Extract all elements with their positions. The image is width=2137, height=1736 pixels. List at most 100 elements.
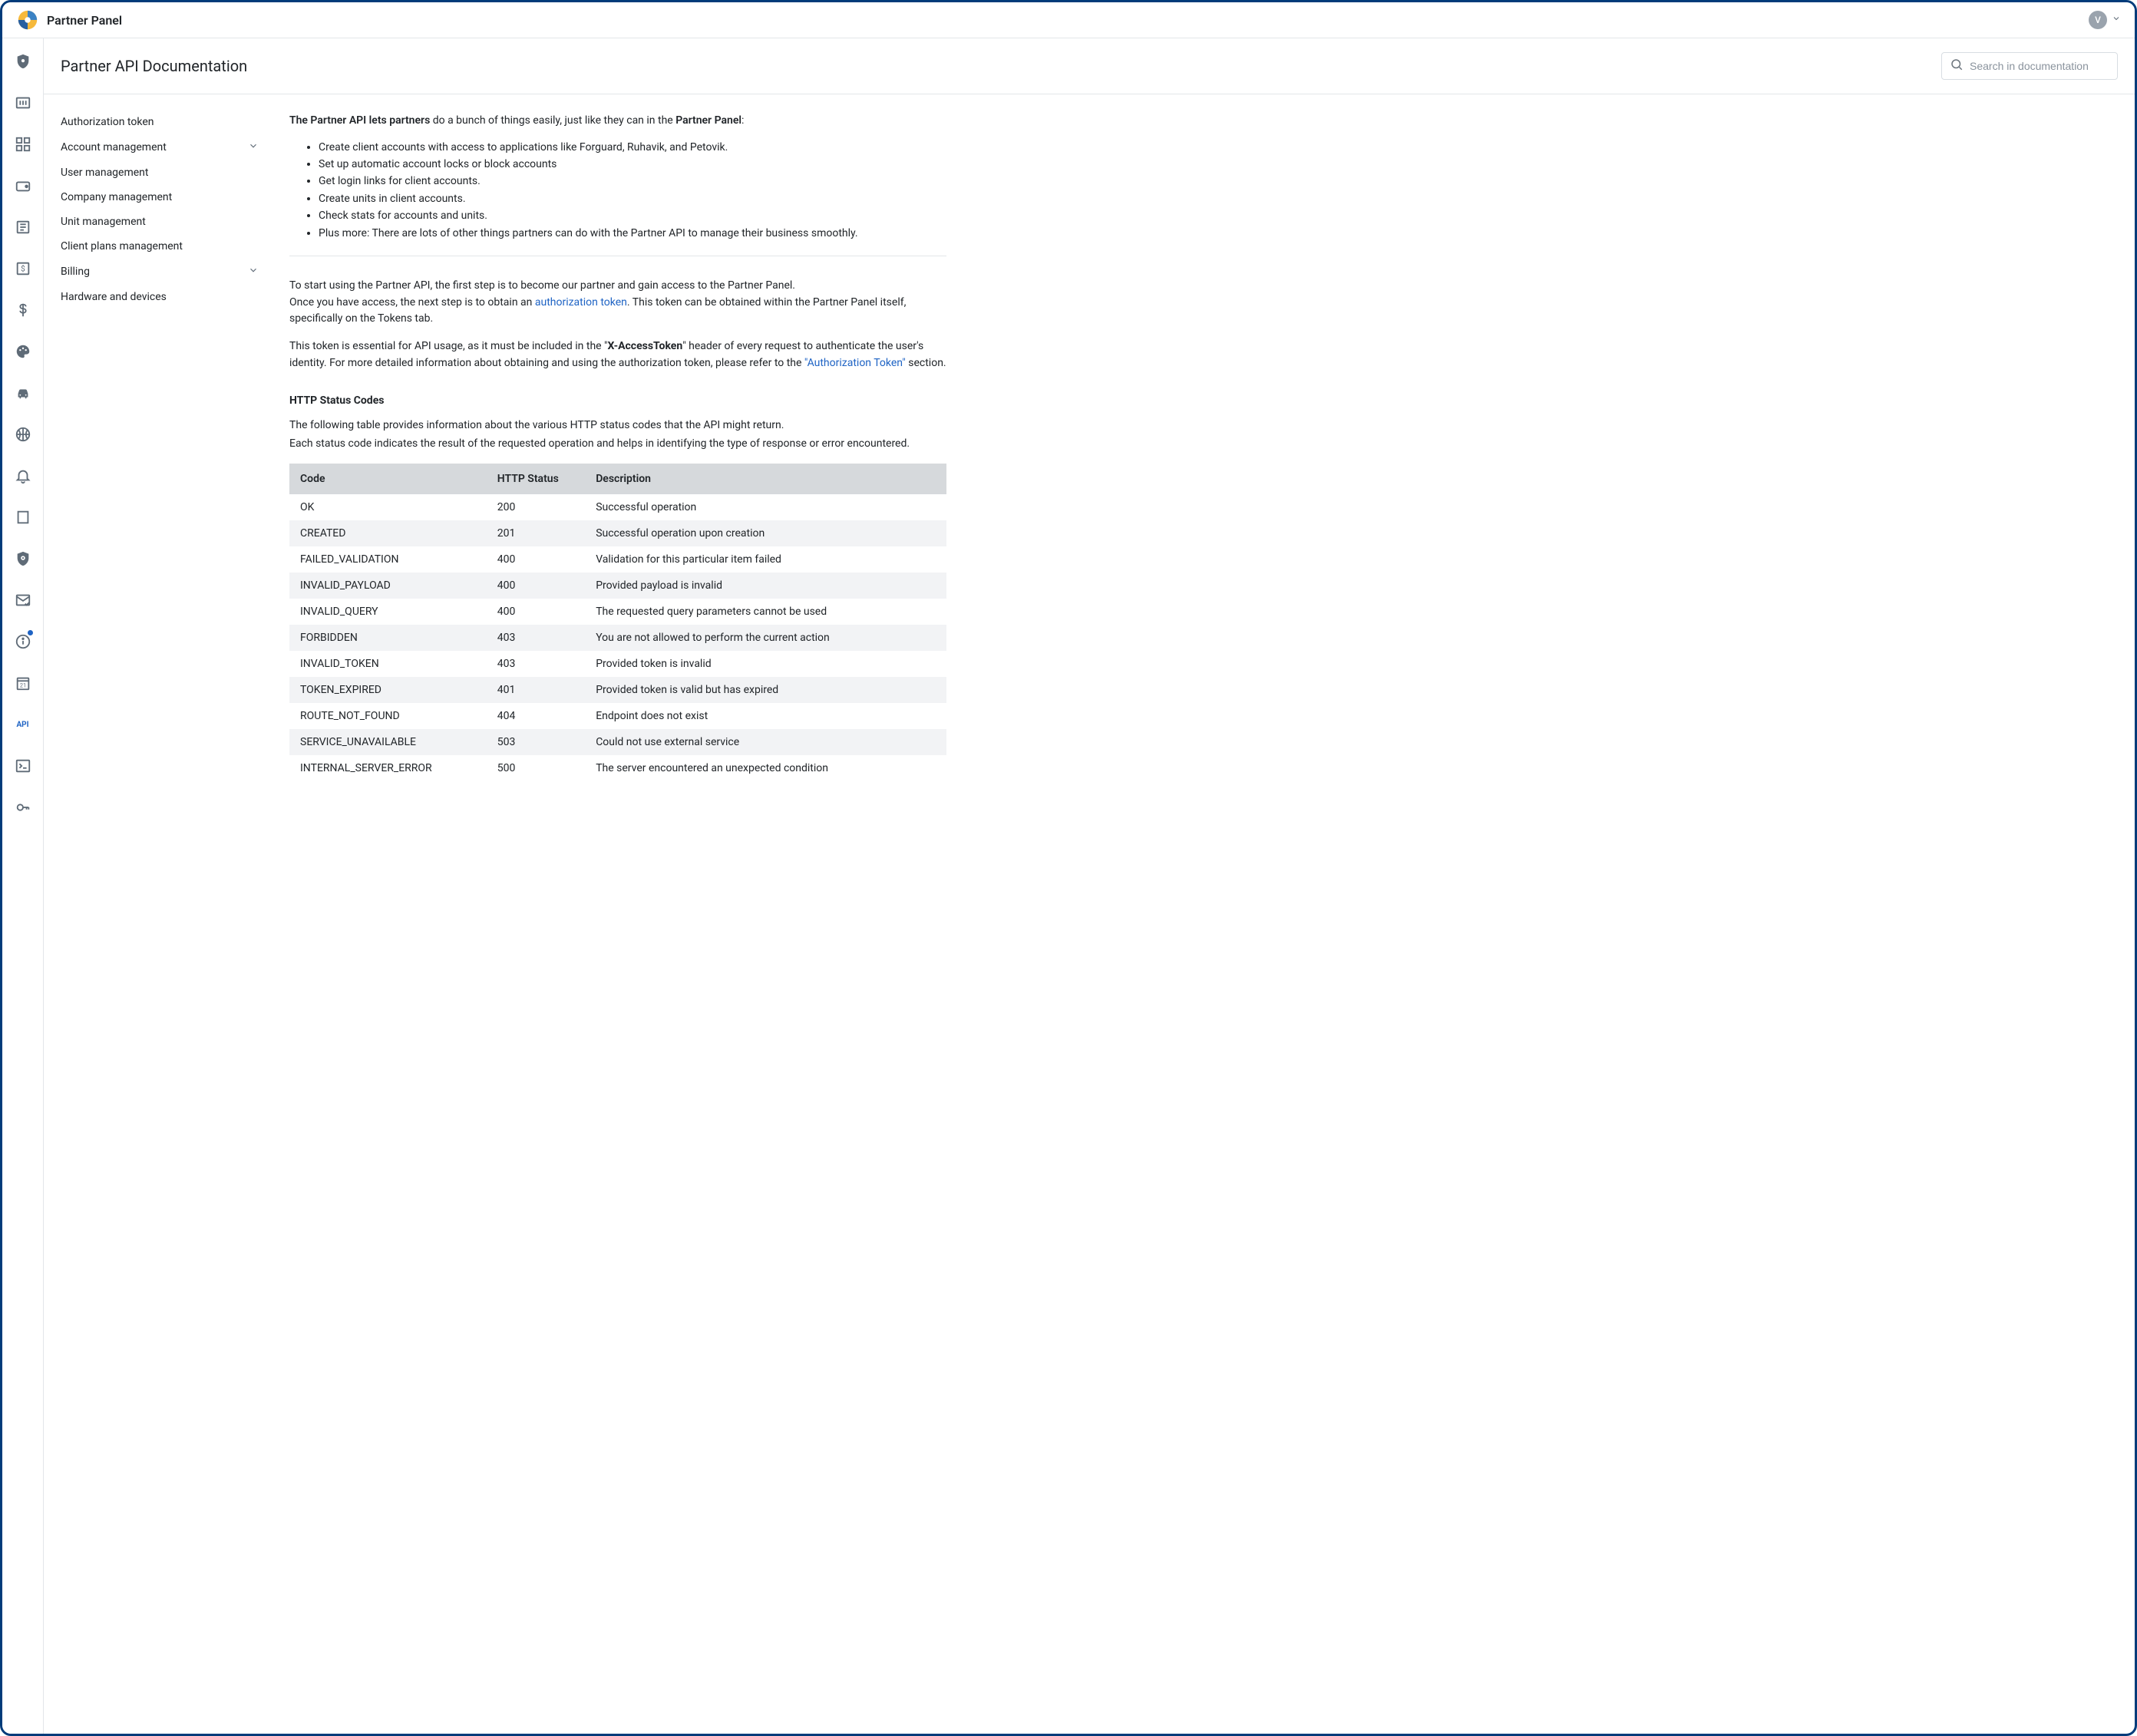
table-cell-http: 500	[487, 755, 585, 781]
table-cell-http: 403	[487, 651, 585, 677]
doc-nav-item[interactable]: User management	[61, 160, 266, 185]
doc-nav-label: Unit management	[61, 216, 146, 228]
rail-bell-icon[interactable]	[9, 462, 37, 490]
status-heading: HTTP Status Codes	[289, 394, 946, 407]
table-cell-http: 400	[487, 599, 585, 625]
chevron-down-icon	[248, 265, 259, 279]
status-th-code: Code	[289, 464, 487, 494]
table-row: OK200Successful operation	[289, 494, 946, 520]
intro-end: :	[742, 114, 744, 127]
brand-title: Partner Panel	[47, 13, 122, 28]
doc-nav-label: User management	[61, 167, 148, 179]
table-cell-http: 400	[487, 546, 585, 573]
doc-main: The Partner API lets partners do a bunch…	[274, 94, 965, 1734]
table-cell-desc: Provided payload is invalid	[585, 573, 946, 599]
table-cell-desc: Successful operation upon creation	[585, 520, 946, 546]
table-row: FAILED_VALIDATION400Validation for this …	[289, 546, 946, 573]
doc-nav-item[interactable]: Authorization token	[61, 110, 266, 134]
table-cell-http: 404	[487, 703, 585, 729]
table-cell-desc: Could not use external service	[585, 729, 946, 755]
doc-nav-item[interactable]: Company management	[61, 185, 266, 210]
avatar: V	[2089, 11, 2107, 29]
table-row: INVALID_QUERY400The requested query para…	[289, 599, 946, 625]
status-table: Code HTTP Status Description OK200Succes…	[289, 464, 946, 781]
search-box[interactable]	[1941, 52, 2118, 80]
page-title: Partner API Documentation	[61, 57, 247, 75]
top-bar: Partner Panel V	[2, 2, 2135, 38]
doc-nav-item[interactable]: Billing	[61, 259, 266, 285]
token-note: This token is essential for API usage, a…	[289, 338, 946, 371]
table-cell-http: 503	[487, 729, 585, 755]
doc-nav-item[interactable]: Client plans management	[61, 234, 266, 259]
table-row: FORBIDDEN403You are not allowed to perfo…	[289, 625, 946, 651]
table-row: CREATED201Successful operation upon crea…	[289, 520, 946, 546]
chevron-down-icon	[248, 140, 259, 154]
start-para: To start using the Partner API, the firs…	[289, 278, 946, 328]
brand-logo-icon	[16, 8, 39, 31]
rail-apps-icon[interactable]	[9, 130, 37, 158]
doc-nav-item[interactable]: Hardware and devices	[61, 285, 266, 309]
table-cell-desc: Endpoint does not exist	[585, 703, 946, 729]
status-desc1: The following table provides information…	[289, 417, 946, 434]
table-cell-desc: Successful operation	[585, 494, 946, 520]
rail-invoice-icon[interactable]: $	[9, 255, 37, 282]
doc-nav-item[interactable]: Unit management	[61, 210, 266, 234]
table-cell-code: CREATED	[289, 520, 487, 546]
rail-shield-gear-icon[interactable]	[9, 545, 37, 573]
table-cell-code: SERVICE_UNAVAILABLE	[289, 729, 487, 755]
doc-nav-label: Hardware and devices	[61, 291, 167, 303]
intro-bullet: Plus more: There are lots of other thing…	[319, 225, 946, 242]
intro-bullet: Set up automatic account locks or block …	[319, 156, 946, 173]
table-cell-code: FORBIDDEN	[289, 625, 487, 651]
table-cell-code: INVALID_QUERY	[289, 599, 487, 625]
table-cell-desc: Provided token is valid but has expired	[585, 677, 946, 703]
rail-shield-icon[interactable]	[9, 48, 37, 75]
doc-nav: Authorization tokenAccount management Use…	[44, 94, 274, 1734]
table-cell-http: 201	[487, 520, 585, 546]
table-cell-code: ROUTE_NOT_FOUND	[289, 703, 487, 729]
rail-car-icon[interactable]	[9, 379, 37, 407]
search-input[interactable]	[1970, 60, 2109, 72]
rail-dollar-icon[interactable]	[9, 296, 37, 324]
table-cell-http: 400	[487, 573, 585, 599]
rail-calendar-icon[interactable]: 21	[9, 669, 37, 697]
rail-terminal-icon[interactable]	[9, 752, 37, 780]
intro-bullet: Create units in client accounts.	[319, 190, 946, 207]
doc-nav-label: Billing	[61, 266, 90, 278]
table-row: ROUTE_NOT_FOUND404Endpoint does not exis…	[289, 703, 946, 729]
table-cell-desc: Validation for this particular item fail…	[585, 546, 946, 573]
rail-palette-icon[interactable]	[9, 338, 37, 365]
table-cell-http: 403	[487, 625, 585, 651]
table-cell-code: OK	[289, 494, 487, 520]
icon-rail: $ 21 API	[2, 38, 44, 1734]
intro-bold-1: The Partner API lets partners	[289, 114, 430, 127]
rail-info-icon[interactable]	[9, 628, 37, 655]
start-line2a: Once you have access, the next step is t…	[289, 296, 535, 309]
table-cell-desc: The requested query parameters cannot be…	[585, 599, 946, 625]
rail-mail-check-icon[interactable]	[9, 586, 37, 614]
authorization-token-link[interactable]: authorization token	[535, 296, 627, 309]
user-menu[interactable]: V	[2089, 11, 2121, 29]
rail-wallet-icon[interactable]	[9, 172, 37, 200]
table-cell-code: INVALID_TOKEN	[289, 651, 487, 677]
rail-building-icon[interactable]	[9, 503, 37, 531]
doc-nav-item[interactable]: Account management	[61, 134, 266, 160]
status-header-row: Code HTTP Status Description	[289, 464, 946, 494]
status-desc2: Each status code indicates the result of…	[289, 436, 946, 453]
rail-key-icon[interactable]	[9, 794, 37, 821]
rail-news-icon[interactable]	[9, 213, 37, 241]
rail-api[interactable]: API	[9, 711, 37, 738]
intro-mid: do a bunch of things easily, just like t…	[430, 114, 675, 127]
rail-dashboard-icon[interactable]	[9, 89, 37, 117]
token-note-c: section.	[906, 357, 946, 369]
page-header: Partner API Documentation	[44, 38, 2135, 94]
token-note-a: This token is essential for API usage, a…	[289, 340, 608, 352]
status-th-http: HTTP Status	[487, 464, 585, 494]
rail-basketball-icon[interactable]	[9, 421, 37, 448]
table-row: SERVICE_UNAVAILABLE503Could not use exte…	[289, 729, 946, 755]
intro-bold-2: Partner Panel	[675, 114, 742, 127]
token-note-bold: X-AccessToken	[608, 340, 683, 352]
svg-text:$: $	[21, 264, 25, 274]
authorization-token-section-link[interactable]: "Authorization Token"	[804, 357, 906, 369]
table-cell-http: 401	[487, 677, 585, 703]
